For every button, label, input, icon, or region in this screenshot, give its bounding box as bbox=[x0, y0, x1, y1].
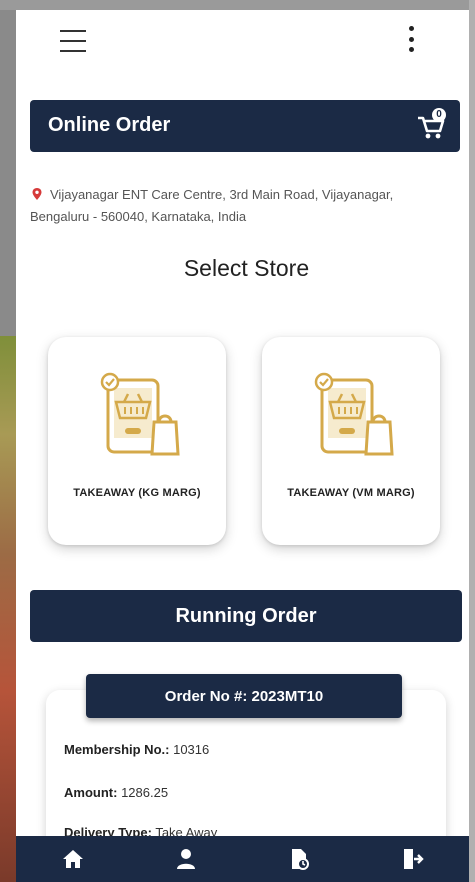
amount-value: 1286.25 bbox=[121, 785, 169, 800]
profile-icon[interactable] bbox=[166, 839, 206, 879]
running-order-heading: Running Order bbox=[30, 590, 462, 642]
address-text: Vijayanagar ENT Care Centre, 3rd Main Ro… bbox=[30, 187, 394, 224]
location-pin-icon bbox=[32, 188, 42, 200]
store-basket-icon bbox=[100, 372, 180, 456]
store-label: TAKEAWAY (VM MARG) bbox=[287, 487, 415, 499]
select-store-heading: Select Store bbox=[183, 255, 310, 281]
top-bar bbox=[16, 10, 469, 70]
membership-label: Membership No.: bbox=[64, 742, 170, 757]
logout-icon[interactable] bbox=[392, 839, 432, 879]
amount-label: Amount: bbox=[64, 785, 118, 800]
store-card-vm-marg[interactable]: TAKEAWAY (VM MARG) bbox=[262, 337, 440, 545]
online-order-header: Online Order 0 bbox=[30, 100, 460, 152]
membership-value: 10316 bbox=[173, 742, 210, 757]
store-basket-icon bbox=[314, 372, 394, 456]
orders-icon[interactable] bbox=[279, 839, 319, 879]
page-title: Online Order bbox=[48, 114, 171, 136]
amount-row: Amount: 1286.25 bbox=[64, 785, 168, 800]
cart-count-badge: 0 bbox=[432, 108, 446, 122]
right-border bbox=[469, 0, 475, 882]
more-options-icon[interactable] bbox=[406, 26, 416, 52]
order-number-badge: Order No #: 2023MT10 bbox=[86, 674, 402, 718]
store-card-kg-marg[interactable]: TAKEAWAY (KG MARG) bbox=[48, 337, 226, 545]
background-photo-edge bbox=[0, 336, 16, 882]
bottom-navigation bbox=[16, 836, 469, 882]
menu-icon[interactable] bbox=[60, 30, 86, 52]
app-screen: Online Order 0 Vijayanagar ENT Care Cent… bbox=[16, 10, 469, 882]
top-border bbox=[0, 0, 475, 10]
location-address: Vijayanagar ENT Care Centre, 3rd Main Ro… bbox=[30, 184, 450, 228]
store-label: TAKEAWAY (KG MARG) bbox=[73, 487, 201, 499]
home-icon[interactable] bbox=[53, 839, 93, 879]
membership-row: Membership No.: 10316 bbox=[64, 742, 209, 757]
